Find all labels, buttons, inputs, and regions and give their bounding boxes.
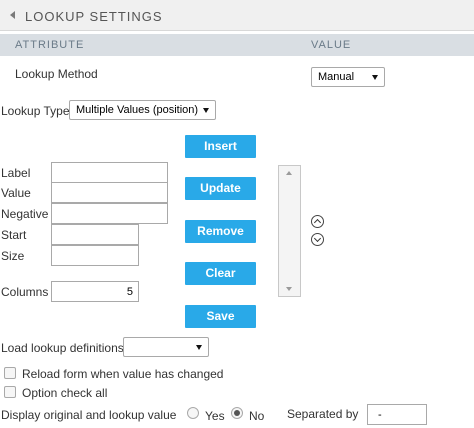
update-button[interactable]: Update (185, 177, 256, 200)
save-button[interactable]: Save (185, 305, 256, 328)
panel-title: LOOKUP SETTINGS (25, 9, 163, 24)
display-original-label: Display original and lookup value (1, 408, 177, 422)
separated-by-value: - (378, 409, 382, 421)
size-input[interactable] (51, 245, 139, 266)
dropdown-arrow-icon (372, 75, 378, 80)
lookup-method-label: Lookup Method (15, 67, 98, 81)
lookup-type-value: Multiple Values (position) (76, 104, 199, 116)
move-down-icon[interactable] (311, 233, 324, 246)
label-field-label: Label (1, 166, 31, 180)
start-input[interactable] (51, 224, 139, 245)
display-no-label: No (249, 409, 265, 423)
remove-button[interactable]: Remove (185, 220, 256, 243)
display-yes-label: Yes (205, 409, 225, 423)
attribute-column-label: ATTRIBUTE (15, 39, 85, 51)
scroll-up-arrow-icon[interactable] (286, 171, 292, 175)
dropdown-arrow-icon (196, 345, 202, 350)
column-header: ATTRIBUTE VALUE (0, 34, 474, 56)
lookup-method-value: Manual (318, 71, 355, 83)
panel-header[interactable]: LOOKUP SETTINGS (0, 0, 474, 31)
collapse-icon[interactable] (10, 11, 15, 19)
negative-field-label: Negative (1, 207, 49, 221)
columns-input-value: 5 (126, 286, 133, 298)
option-check-all-checkbox[interactable] (4, 386, 16, 398)
values-listbox[interactable] (278, 165, 301, 297)
insert-button[interactable]: Insert (185, 135, 256, 158)
label-input[interactable] (51, 162, 168, 183)
lookup-type-label: Lookup Type (1, 104, 70, 118)
display-yes-radio[interactable] (187, 407, 199, 419)
negative-input[interactable] (51, 203, 168, 224)
columns-field-label: Columns (1, 285, 49, 299)
separated-by-input[interactable]: - (367, 404, 427, 425)
option-check-all-label: Option check all (22, 386, 108, 400)
value-column-label: VALUE (311, 39, 352, 51)
move-up-icon[interactable] (311, 215, 324, 228)
scroll-down-arrow-icon[interactable] (286, 287, 292, 291)
load-definitions-select[interactable] (123, 337, 209, 357)
start-field-label: Start (1, 228, 27, 242)
value-input[interactable] (51, 182, 168, 203)
display-no-radio[interactable] (231, 407, 243, 419)
value-field-label: Value (1, 186, 31, 200)
size-field-label: Size (1, 249, 25, 263)
lookup-type-select[interactable]: Multiple Values (position) (69, 100, 216, 120)
columns-input[interactable]: 5 (51, 281, 139, 302)
reload-form-label: Reload form when value has changed (22, 367, 224, 381)
dropdown-arrow-icon (203, 108, 209, 113)
lookup-method-select[interactable]: Manual (311, 67, 385, 87)
load-definitions-label: Load lookup definitions (1, 341, 124, 355)
reload-form-checkbox[interactable] (4, 367, 16, 379)
separated-by-label: Separated by (287, 407, 359, 421)
clear-button[interactable]: Clear (185, 262, 256, 285)
